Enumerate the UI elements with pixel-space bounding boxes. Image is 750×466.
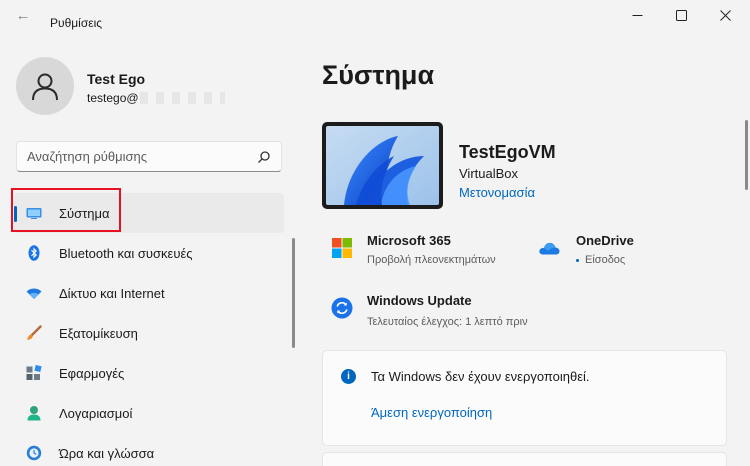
onedrive-title[interactable]: OneDrive <box>576 233 634 248</box>
activate-now-link[interactable]: Άμεση ενεργοποίηση <box>371 405 492 420</box>
sidebar-item-personalization[interactable]: Εξατομίκευση <box>14 313 284 353</box>
person-icon <box>32 73 58 101</box>
device-model: VirtualBox <box>459 166 519 181</box>
back-arrow-icon[interactable]: ← <box>12 8 34 26</box>
activation-message: Τα Windows δεν έχουν ενεργοποιηθεί. <box>371 369 590 384</box>
sidebar-scrollbar[interactable] <box>292 238 295 348</box>
sidebar-item-label: Εφαρμογές <box>59 365 125 381</box>
microsoft-365-icon[interactable] <box>331 237 353 259</box>
sidebar-item-label: Δίκτυο και Internet <box>59 285 165 301</box>
minimize-button[interactable] <box>614 0 660 30</box>
status-dot <box>576 258 579 262</box>
device-name: TestEgoVM <box>459 142 556 162</box>
title-bar: ← Ρυθμίσεις <box>0 0 750 32</box>
user-email: testego@ <box>87 91 225 105</box>
brush-icon <box>26 325 42 341</box>
sidebar-item-label: Ώρα και γλώσσα <box>59 445 155 461</box>
close-icon <box>719 9 731 21</box>
windows-update-icon[interactable] <box>331 297 353 319</box>
sidebar-item-network[interactable]: Δίκτυο και Internet <box>14 273 284 313</box>
onedrive-icon[interactable] <box>538 237 560 259</box>
clock-globe-icon <box>26 445 42 461</box>
device-thumbnail <box>322 122 443 209</box>
user-email-text: testego@ <box>87 91 139 105</box>
close-button[interactable] <box>702 0 748 30</box>
sidebar-item-label: Σύστημα <box>59 205 110 221</box>
wifi-icon <box>26 285 42 301</box>
windows-update-subtitle: Τελευταίος έλεγχος: 1 λεπτό πριν <box>367 316 528 328</box>
sidebar-item-label: Λογαριασμοί <box>59 405 133 421</box>
email-redaction <box>139 92 225 104</box>
avatar[interactable] <box>16 57 74 115</box>
microsoft-365-subtitle: Προβολή πλεονεκτημάτων <box>367 254 496 266</box>
sidebar-item-bluetooth[interactable]: Bluetooth και συσκευές <box>14 233 284 273</box>
main-scrollbar[interactable] <box>745 120 748 190</box>
sidebar-item-accounts[interactable]: Λογαριασμοί <box>14 393 284 433</box>
sidebar-item-time-language[interactable]: Ώρα και γλώσσα <box>14 433 284 466</box>
search-input[interactable] <box>27 149 247 164</box>
search-box[interactable] <box>16 141 282 172</box>
onedrive-subtitle: Είσοδος <box>585 254 626 266</box>
microsoft-365-title[interactable]: Microsoft 365 <box>367 233 451 248</box>
account-icon <box>26 405 42 421</box>
apps-icon <box>26 365 42 381</box>
minimize-icon <box>632 14 642 16</box>
app-title: Ρυθμίσεις <box>50 16 103 30</box>
active-indicator <box>14 206 17 222</box>
maximize-icon <box>675 9 687 21</box>
search-icon[interactable] <box>257 150 271 164</box>
bluetooth-icon <box>26 245 42 261</box>
activation-card: i Τα Windows δεν έχουν ενεργοποιηθεί. Άμ… <box>322 350 727 446</box>
rename-link[interactable]: Μετονομασία <box>459 185 535 200</box>
info-icon: i <box>341 369 356 384</box>
sidebar-item-apps[interactable]: Εφαρμογές <box>14 353 284 393</box>
sidebar-nav: Σύστημα Bluetooth και συσκευές Δίκτυο κα… <box>14 193 284 466</box>
next-card <box>322 452 727 466</box>
wallpaper-bloom-image <box>326 126 439 205</box>
onedrive-status: Είσοδος <box>576 254 625 266</box>
sidebar-item-label: Εξατομίκευση <box>59 325 138 341</box>
sidebar-item-system[interactable]: Σύστημα <box>14 193 284 233</box>
system-display-icon <box>26 205 42 221</box>
windows-update-title[interactable]: Windows Update <box>367 293 472 308</box>
maximize-button[interactable] <box>658 0 704 30</box>
page-title: Σύστημα <box>322 60 435 90</box>
user-name: Test Ego <box>87 71 146 87</box>
sidebar-item-label: Bluetooth και συσκευές <box>59 245 193 261</box>
